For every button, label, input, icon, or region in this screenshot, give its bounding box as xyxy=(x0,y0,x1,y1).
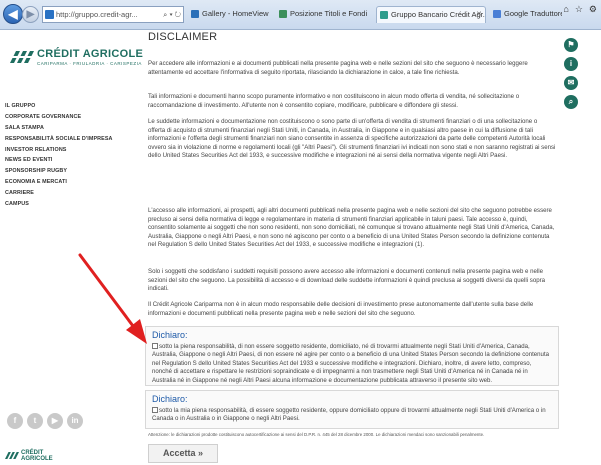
tab-posizione[interactable]: Posizione Titoli e Fondi xyxy=(276,6,372,23)
sidebar-item-sponsorship-rugby[interactable]: SPONSORSHIP RUGBY xyxy=(5,166,113,177)
footer-logo-mark-icon xyxy=(5,452,19,459)
accept-button[interactable]: Accetta » xyxy=(148,444,218,463)
logo-text: CRÉDIT AGRICOLE xyxy=(37,48,144,60)
disclaimer-paragraph: L'accesso alle informazioni, ai prospett… xyxy=(148,207,555,249)
sidebar-item-economia-e-mercati[interactable]: ECONOMIA E MERCATI xyxy=(5,177,113,188)
sidebar-item-news-ed-eventi[interactable]: NEWS ED EVENTI xyxy=(5,155,113,166)
declaration-text: sotto la piena responsabilità, di non es… xyxy=(152,343,550,384)
declaration-body: sotto la mia piena responsabilità, di es… xyxy=(152,407,552,424)
tab-gallery[interactable]: Gallery - HomeView xyxy=(188,6,272,23)
tab-favicon-icon xyxy=(191,10,199,18)
declaration-box-1: Dichiaro: sotto la piena responsabilità,… xyxy=(145,326,559,386)
disclaimer-paragraph: Solo i soggetti che soddisfano i suddett… xyxy=(148,268,546,293)
footer-logo: CRÉDIT AGRICOLE xyxy=(5,450,65,465)
tab-close-icon[interactable]: ✕ xyxy=(476,7,482,23)
sidebar-nav: IL GRUPPO CORPORATE GOVERNANCE SALA STAM… xyxy=(5,101,113,210)
logo-mark-icon xyxy=(10,51,34,63)
disclaimer-paragraph: Tali informazioni e documenti hanno scop… xyxy=(148,93,520,109)
sidebar-item-il-gruppo[interactable]: IL GRUPPO xyxy=(5,101,113,112)
disclaimer-paragraph: Il Crédit Agricole Cariparma non è in al… xyxy=(148,301,534,317)
main-content: DISCLAIMER Per accedere alle informazion… xyxy=(145,30,568,465)
address-bar[interactable]: http://gruppo.credit-agr... ⌕ ▾ ↻ xyxy=(42,6,184,23)
tab-label: Gruppo Bancario Crédit Agr... xyxy=(391,10,486,19)
tab-label: Posizione Titoli e Fondi xyxy=(290,9,368,18)
home-icon[interactable]: ⌂ xyxy=(563,4,568,15)
legal-note: Attenzione: le dichiarazioni prodotte co… xyxy=(148,432,485,437)
declaration-box-2: Dichiaro: sotto la mia piena responsabil… xyxy=(145,390,559,429)
linkedin-icon[interactable]: in xyxy=(67,413,83,429)
tab-label: Gallery - HomeView xyxy=(202,9,269,18)
youtube-icon[interactable]: ▶ xyxy=(47,413,63,429)
forward-button[interactable]: ▶ xyxy=(22,6,39,23)
tab-favicon-icon xyxy=(279,10,287,18)
location-icon[interactable]: ⚑ xyxy=(564,38,578,52)
address-controls[interactable]: ⌕ ▾ ↻ xyxy=(163,7,181,22)
tab-label: Google Traduttore xyxy=(504,9,562,18)
footer-logo-line2: AGRICOLE xyxy=(21,456,53,462)
declaration-checkbox-1[interactable] xyxy=(152,343,158,349)
page-title: DISCLAIMER xyxy=(148,31,218,43)
credit-agricole-logo[interactable]: CRÉDIT AGRICOLE CARIPARMA · FRIULADRIA ·… xyxy=(10,48,143,72)
tab-gruppo-bancario[interactable]: Gruppo Bancario Crédit Agr... ✕ xyxy=(376,6,486,23)
sidebar-item-carriere[interactable]: CARRIERE xyxy=(5,188,113,199)
sidebar-item-sala-stampa[interactable]: SALA STAMPA xyxy=(5,123,113,134)
declaration-text: sotto la mia piena responsabilità, di es… xyxy=(152,407,546,423)
sidebar-item-investor-relations[interactable]: INVESTOR RELATIONS xyxy=(5,145,113,156)
disclaimer-paragraph: Le suddette informazioni e documentazion… xyxy=(148,118,556,160)
search-icon[interactable]: ⌕ xyxy=(564,95,578,109)
logo-subtitle: CARIPARMA · FRIULADRIA · CARISPEZIA xyxy=(37,61,142,66)
declaration-body: sotto la piena responsabilità, di non es… xyxy=(152,343,552,385)
mail-icon[interactable]: ✉ xyxy=(564,76,578,90)
twitter-icon[interactable]: t xyxy=(27,413,43,429)
social-links: f t ▶ in xyxy=(7,413,83,429)
facebook-icon[interactable]: f xyxy=(7,413,23,429)
tab-favicon-icon xyxy=(493,10,501,18)
address-text: http://gruppo.credit-agr... xyxy=(56,10,138,19)
declaration-title: Dichiaro: xyxy=(152,330,188,340)
sidebar-item-corporate-governance[interactable]: CORPORATE GOVERNANCE xyxy=(5,112,113,123)
back-button[interactable]: ◀ xyxy=(3,4,23,24)
settings-icon[interactable]: ⚙ xyxy=(589,4,597,15)
sidebar-item-responsabilita-sociale[interactable]: RESPONSABILITÀ SOCIALE D'IMPRESA xyxy=(5,134,113,145)
disclaimer-paragraph: Per accedere alle informazioni e ai docu… xyxy=(148,60,528,76)
info-icon[interactable]: i xyxy=(564,57,578,71)
favorites-icon[interactable]: ☆ xyxy=(575,4,583,15)
site-favicon-icon xyxy=(45,10,54,19)
tab-google-traduttore[interactable]: Google Traduttore xyxy=(490,6,562,23)
sidebar: CRÉDIT AGRICOLE CARIPARMA · FRIULADRIA ·… xyxy=(0,30,143,465)
declaration-title: Dichiaro: xyxy=(152,394,188,404)
tab-favicon-icon xyxy=(380,11,388,19)
browser-toolbar-icons: ⌂ ☆ ⚙ xyxy=(563,4,597,15)
browser-chrome: ◀ ▶ http://gruppo.credit-agr... ⌕ ▾ ↻ Ga… xyxy=(0,0,601,30)
declaration-checkbox-2[interactable] xyxy=(152,407,158,413)
sidebar-item-campus[interactable]: CAMPUS xyxy=(5,199,113,210)
